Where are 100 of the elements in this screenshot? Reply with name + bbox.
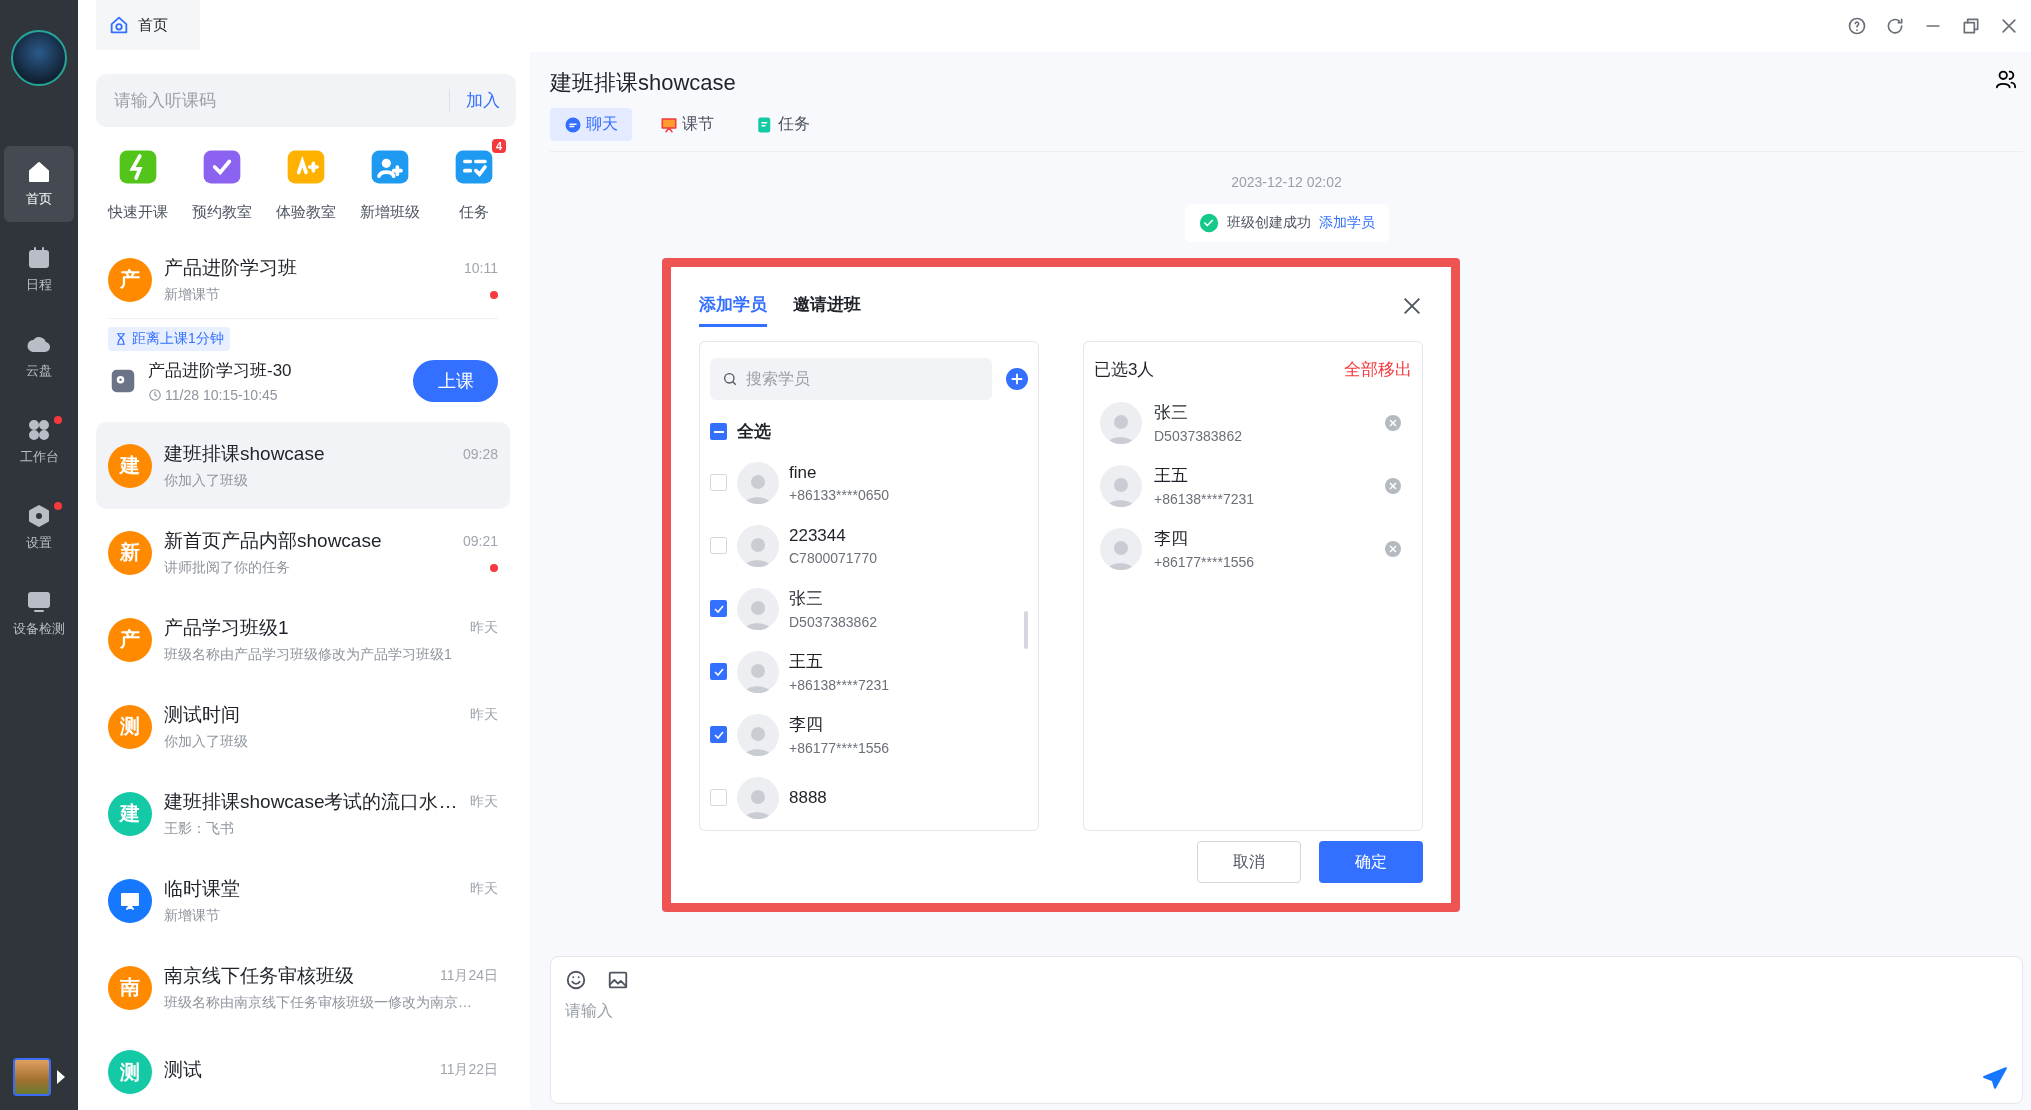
search-field[interactable]: 搜索学员 bbox=[710, 358, 992, 400]
chat-title: 建班排课showcase bbox=[550, 69, 736, 97]
conversation-title: 新首页产品内部showcase bbox=[164, 529, 382, 553]
calendar-icon[interactable] bbox=[27, 246, 51, 270]
help-icon[interactable] bbox=[1847, 16, 1867, 36]
join-link[interactable]: 加入 bbox=[449, 89, 500, 112]
avatar-placeholder bbox=[737, 650, 779, 693]
confirm-button[interactable]: 确定 bbox=[1319, 841, 1423, 883]
nav-item[interactable]: 设置 bbox=[4, 490, 74, 566]
student-name: 王五 bbox=[789, 651, 824, 673]
lesson-name: 产品进阶学习班-30 bbox=[148, 360, 293, 382]
conversation-title: 产品学习班级1 bbox=[164, 616, 289, 640]
conversation-item[interactable]: 测 测试 11月22日 bbox=[96, 1031, 510, 1110]
grid-icon[interactable] bbox=[27, 418, 51, 442]
shortcut-label: 新增班级 bbox=[360, 203, 420, 222]
nav-item[interactable]: 日程 bbox=[4, 232, 74, 308]
student-checkbox[interactable] bbox=[710, 474, 727, 491]
chat-tab[interactable]: 聊天 bbox=[550, 108, 632, 141]
conversation-title: 产品进阶学习班 bbox=[164, 256, 297, 280]
nav-item[interactable]: 设备检测 bbox=[4, 576, 74, 652]
conversation-time: 昨天 bbox=[470, 793, 498, 811]
student-name: 8888 bbox=[789, 787, 827, 808]
student-checkbox[interactable] bbox=[710, 600, 727, 617]
avatar-placeholder bbox=[737, 587, 779, 630]
student-checkbox[interactable] bbox=[710, 537, 727, 554]
monitor-icon[interactable] bbox=[27, 590, 51, 614]
lesson-time: 11/28 10:15-10:45 bbox=[148, 387, 403, 403]
student-checkbox[interactable] bbox=[710, 789, 727, 806]
home-tab[interactable]: 首页 bbox=[96, 0, 200, 50]
student-id: +86138****7231 bbox=[1154, 491, 1255, 507]
send-icon[interactable] bbox=[1982, 1065, 2008, 1091]
chat-bubble-icon bbox=[564, 115, 582, 134]
student-id: +86138****7231 bbox=[789, 677, 890, 693]
dialog-tab[interactable]: 添加学员 bbox=[699, 285, 767, 327]
student-id: +86177****1556 bbox=[789, 740, 890, 756]
emoji-icon[interactable] bbox=[565, 969, 587, 991]
student-name: fine bbox=[789, 462, 818, 483]
group-avatar: 测 bbox=[108, 704, 152, 749]
conversation-title: 南京线下任务审核班级 bbox=[164, 964, 354, 988]
count-badge: 4 bbox=[491, 139, 506, 153]
clock-icon bbox=[148, 388, 162, 402]
close-button[interactable] bbox=[1401, 295, 1423, 317]
remove-all-link[interactable]: 全部移出 bbox=[1344, 358, 1412, 381]
dialog-tab[interactable]: 邀请进班 bbox=[793, 285, 861, 327]
message-composer[interactable]: 请输入 bbox=[550, 956, 2023, 1104]
avatar-placeholder bbox=[1100, 464, 1142, 507]
countdown-tag: 距离上课1分钟 bbox=[108, 327, 230, 351]
nav-item[interactable]: 云盘 bbox=[4, 318, 74, 394]
student-name: 223344 bbox=[789, 525, 847, 546]
conversation-time: 09:28 bbox=[462, 446, 498, 462]
conversation-title: 测试 bbox=[164, 1057, 202, 1082]
chat-tab[interactable]: 课节 bbox=[646, 108, 728, 141]
scrollbar-thumb[interactable] bbox=[1024, 611, 1028, 649]
refresh-icon[interactable] bbox=[1885, 16, 1905, 36]
code-input-field[interactable]: 请输入听课码 加入 bbox=[96, 74, 516, 127]
start-class-button[interactable]: 上课 bbox=[413, 360, 498, 402]
conversation-item[interactable]: 新 新首页产品内部showcase 09:21 讲师批阅了你的任务 bbox=[96, 509, 510, 596]
restore-icon[interactable] bbox=[1961, 16, 1981, 36]
conversation-item[interactable]: 测 测试时间 昨天 你加入了班级 bbox=[96, 683, 510, 770]
avatar-placeholder bbox=[1100, 527, 1142, 570]
image-icon[interactable] bbox=[607, 969, 629, 991]
search-icon bbox=[722, 371, 738, 387]
conversation-item[interactable]: 产 产品进阶学习班 10:11 新增课节 距离上课1分钟 产品进阶学习班-30 11/28 10:15-10:45 上课 bbox=[96, 236, 510, 422]
conversation-title: 建班排课showcase bbox=[164, 442, 325, 466]
student-checkbox[interactable] bbox=[710, 726, 727, 743]
select-all-checkbox[interactable] bbox=[710, 423, 727, 440]
add-students-link[interactable]: 添加学员 bbox=[1318, 214, 1375, 232]
dash-icon bbox=[713, 430, 724, 433]
conversation-preview: 班级名称由产品学习班级修改为产品学习班级1 bbox=[164, 646, 452, 664]
student-name: 王五 bbox=[1154, 465, 1189, 487]
student-name: 李四 bbox=[789, 714, 824, 736]
conversation-item[interactable]: 南 南京线下任务审核班级 11月24日 班级名称由南京线下任务审核班级一修改为南京… bbox=[96, 944, 510, 1031]
hourglass-icon bbox=[114, 332, 128, 346]
add-icon[interactable] bbox=[1006, 368, 1028, 390]
check-circle-icon bbox=[1198, 213, 1219, 233]
avatar-placeholder bbox=[737, 461, 779, 504]
members-icon[interactable] bbox=[1995, 68, 2017, 90]
settings-icon[interactable] bbox=[27, 504, 51, 528]
select-all-label: 全选 bbox=[737, 421, 771, 443]
chat-tab[interactable]: 任务 bbox=[742, 108, 824, 141]
conversation-item[interactable]: 建 建班排课showcase 09:28 你加入了班级 bbox=[96, 422, 510, 509]
conversation-preview: 新增课节 bbox=[164, 907, 220, 925]
student-id: D5037383862 bbox=[789, 614, 877, 630]
nav-item[interactable]: 工作台 bbox=[4, 404, 74, 480]
nav-item[interactable]: 首页 bbox=[4, 146, 74, 222]
conversation-item[interactable]: 产 产品学习班级1 昨天 班级名称由产品学习班级修改为产品学习班级1 bbox=[96, 596, 510, 683]
close-icon[interactable] bbox=[1999, 16, 2019, 36]
conversation-preview: 新增课节 bbox=[164, 286, 220, 304]
avatar-placeholder bbox=[737, 524, 779, 567]
cancel-button[interactable]: 取消 bbox=[1197, 841, 1301, 883]
conversation-title: 测试时间 bbox=[164, 703, 240, 727]
student-id: D5037383862 bbox=[1154, 428, 1242, 444]
notice-text: 班级创建成功 bbox=[1226, 214, 1311, 232]
home-icon[interactable] bbox=[27, 160, 51, 184]
caret-icon[interactable] bbox=[57, 1070, 65, 1084]
conversation-preview: 王影：飞书 bbox=[164, 820, 234, 838]
conversation-item[interactable]: 临时课堂 昨天 新增课节 bbox=[96, 857, 510, 944]
user-avatar[interactable] bbox=[11, 30, 67, 86]
student-checkbox[interactable] bbox=[710, 663, 727, 680]
conversation-item[interactable]: 建 建班排课showcase考试的流口水… 昨天 王影：飞书 bbox=[96, 770, 510, 857]
